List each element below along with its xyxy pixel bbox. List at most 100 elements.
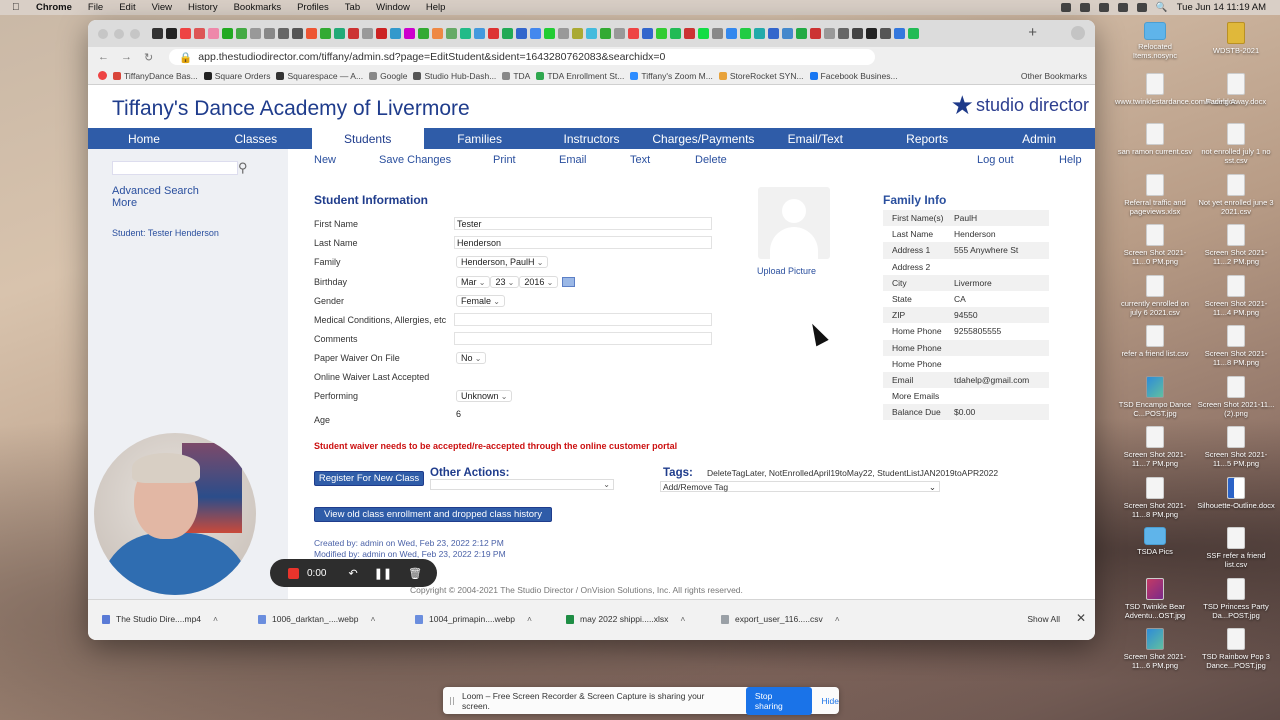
medical-field[interactable] xyxy=(454,313,712,326)
calendar-icon[interactable] xyxy=(562,276,576,287)
tab-favicon-icon[interactable] xyxy=(460,28,471,39)
apple-icon[interactable]:  xyxy=(12,2,26,13)
search-icon[interactable]: 🔍 xyxy=(1156,2,1168,13)
nav-tab-students[interactable]: Students xyxy=(311,128,424,149)
tab-favicon-icon[interactable] xyxy=(208,28,219,39)
menu-window[interactable]: Window xyxy=(376,2,410,13)
tab-favicon-icon[interactable] xyxy=(488,28,499,39)
tab-favicon-icon[interactable] xyxy=(880,28,891,39)
tab-favicon-icon[interactable] xyxy=(152,28,163,39)
download-item[interactable]: may 2022 shippi.....xlsx ˄ xyxy=(566,614,685,624)
other-bookmarks-folder[interactable]: Other Bookmarks xyxy=(1021,71,1087,81)
desktop-file-icon[interactable]: Screen Shot 2021-11...6 PM.png xyxy=(1115,628,1195,670)
desktop-file-icon[interactable]: Screen Shot 2021-11...(2).png xyxy=(1196,375,1276,418)
tab-favicon-icon[interactable] xyxy=(530,28,541,39)
tab-favicon-icon[interactable] xyxy=(586,28,597,39)
nav-tab-charges-payments[interactable]: Charges/Payments xyxy=(647,128,759,149)
current-student-link[interactable]: Student: Tester Henderson xyxy=(112,228,219,238)
performing-select[interactable]: Unknown xyxy=(456,389,513,402)
menu-tab[interactable]: Tab xyxy=(345,2,360,13)
tab-favicon-icon[interactable] xyxy=(306,28,317,39)
bookmark-item[interactable]: Google xyxy=(369,71,407,81)
tab-favicon-icon[interactable] xyxy=(782,28,793,39)
url-bar[interactable]: 🔒 app.thestudiodirector.com/tiffany/admi… xyxy=(169,49,875,65)
status-icon[interactable] xyxy=(1060,3,1071,12)
tab-favicon-icon[interactable] xyxy=(222,28,233,39)
tab-favicon-icon[interactable] xyxy=(404,28,415,39)
tab-favicon-icon[interactable] xyxy=(250,28,261,39)
tab-favicon-icon[interactable] xyxy=(544,28,555,39)
tab-favicon-icon[interactable] xyxy=(754,28,765,39)
tab-favicon-icon[interactable] xyxy=(628,28,639,39)
first-name-field[interactable]: Tester xyxy=(454,217,712,230)
reload-icon[interactable]: ↻ xyxy=(144,51,153,64)
birth-month-select[interactable]: Mar xyxy=(456,275,491,288)
bookmark-item[interactable]: Squarespace — A... xyxy=(276,71,363,81)
tab-favicon-icon[interactable] xyxy=(278,28,289,39)
more-link[interactable]: More xyxy=(112,197,137,209)
tab-favicon-icon[interactable] xyxy=(670,28,681,39)
chevron-up-icon[interactable]: ˄ xyxy=(213,614,218,624)
text-button[interactable]: Text xyxy=(630,154,650,166)
register-new-class-button[interactable]: Register For New Class xyxy=(314,471,424,486)
tab-favicon-icon[interactable] xyxy=(376,28,387,39)
tab-favicon-icon[interactable] xyxy=(656,28,667,39)
chevron-up-icon[interactable]: ˄ xyxy=(370,614,375,624)
close-window-button[interactable] xyxy=(98,29,108,39)
tab-favicon-icon[interactable] xyxy=(166,28,177,39)
tab-favicon-icon[interactable] xyxy=(768,28,779,39)
desktop-file-icon[interactable]: TSD Encampo Dance C...POST.jpg xyxy=(1115,375,1195,418)
bookmark-item[interactable]: TiffanyDance Bas... xyxy=(113,71,198,81)
forward-icon[interactable]: → xyxy=(121,51,132,63)
tab-favicon-icon[interactable] xyxy=(698,28,709,39)
tab-favicon-icon[interactable] xyxy=(852,28,863,39)
tab-favicon-icon[interactable] xyxy=(712,28,723,39)
tab-favicon-icon[interactable] xyxy=(810,28,821,39)
tab-favicon-icon[interactable] xyxy=(502,28,513,39)
nav-tab-email-text[interactable]: Email/Text xyxy=(759,128,871,149)
tab-favicon-icon[interactable] xyxy=(894,28,905,39)
download-item[interactable]: 1006_darktan_....webp ˄ xyxy=(258,614,375,624)
help-link[interactable]: Help xyxy=(1059,154,1082,166)
tab-favicon-icon[interactable] xyxy=(572,28,583,39)
apps-icon[interactable] xyxy=(98,71,107,80)
desktop-file-icon[interactable]: SSF refer a friend list.csv xyxy=(1196,527,1276,569)
paper-waiver-select[interactable]: No xyxy=(456,351,487,364)
bookmark-item[interactable]: StoreRocket SYN... xyxy=(718,71,804,81)
desktop-file-icon[interactable]: Screen Shot 2021-11...0 PM.png xyxy=(1115,224,1195,266)
desktop-file-icon[interactable]: WDSTB-2021 xyxy=(1196,22,1276,55)
download-item[interactable]: 1004_primapin....webp ˄ xyxy=(415,614,532,624)
print-button[interactable]: Print xyxy=(493,154,516,166)
status-icon[interactable] xyxy=(1098,3,1109,12)
desktop-file-icon[interactable]: currently enrolled on july 6 2021.csv xyxy=(1115,274,1195,317)
new-tab-icon[interactable]: + xyxy=(1028,24,1037,41)
hide-button[interactable]: Hide xyxy=(822,696,839,706)
bookmark-item[interactable]: TDA xyxy=(502,71,530,81)
new-button[interactable]: New xyxy=(314,154,336,166)
menu-history[interactable]: History xyxy=(188,2,218,13)
desktop-file-icon[interactable]: Not yet enrolled june 3 2021.csv xyxy=(1196,173,1276,216)
tab-favicon-icon[interactable] xyxy=(320,28,331,39)
bookmark-item[interactable]: Facebook Busines... xyxy=(809,71,898,81)
save-changes-button[interactable]: Save Changes xyxy=(379,154,451,166)
menubar-clock[interactable]: Tue Jun 14 11:19 AM xyxy=(1177,2,1266,13)
desktop-file-icon[interactable]: Screen Shot 2021-11...8 PM.png xyxy=(1115,476,1195,519)
tab-favicon-icon[interactable] xyxy=(194,28,205,39)
advanced-search-link[interactable]: Advanced Search xyxy=(112,185,199,197)
tab-favicon-icon[interactable] xyxy=(642,28,653,39)
tab-favicon-icon[interactable] xyxy=(908,28,919,39)
tab-favicon-icon[interactable] xyxy=(796,28,807,39)
tab-favicon-icon[interactable] xyxy=(824,28,835,39)
add-remove-tag-select[interactable]: Add/Remove Tag ⌄ xyxy=(660,481,940,492)
tab-favicon-icon[interactable] xyxy=(614,28,625,39)
desktop-file-icon[interactable]: TSD Twinkle Bear Adventu...OST.jpg xyxy=(1115,577,1195,620)
menu-bookmarks[interactable]: Bookmarks xyxy=(234,2,282,13)
desktop-file-icon[interactable]: Fading Away.docx xyxy=(1196,72,1276,106)
tab-favicon-icon[interactable] xyxy=(348,28,359,39)
minimize-window-button[interactable] xyxy=(114,29,124,39)
tab-favicon-icon[interactable] xyxy=(390,28,401,39)
desktop-file-icon[interactable]: not enrolled july 1 no sst.csv xyxy=(1196,123,1276,165)
close-icon[interactable]: ✕ xyxy=(1076,611,1086,625)
desktop-file-icon[interactable]: Screen Shot 2021-11...8 PM.png xyxy=(1196,325,1276,367)
back-icon[interactable]: ← xyxy=(98,51,109,63)
